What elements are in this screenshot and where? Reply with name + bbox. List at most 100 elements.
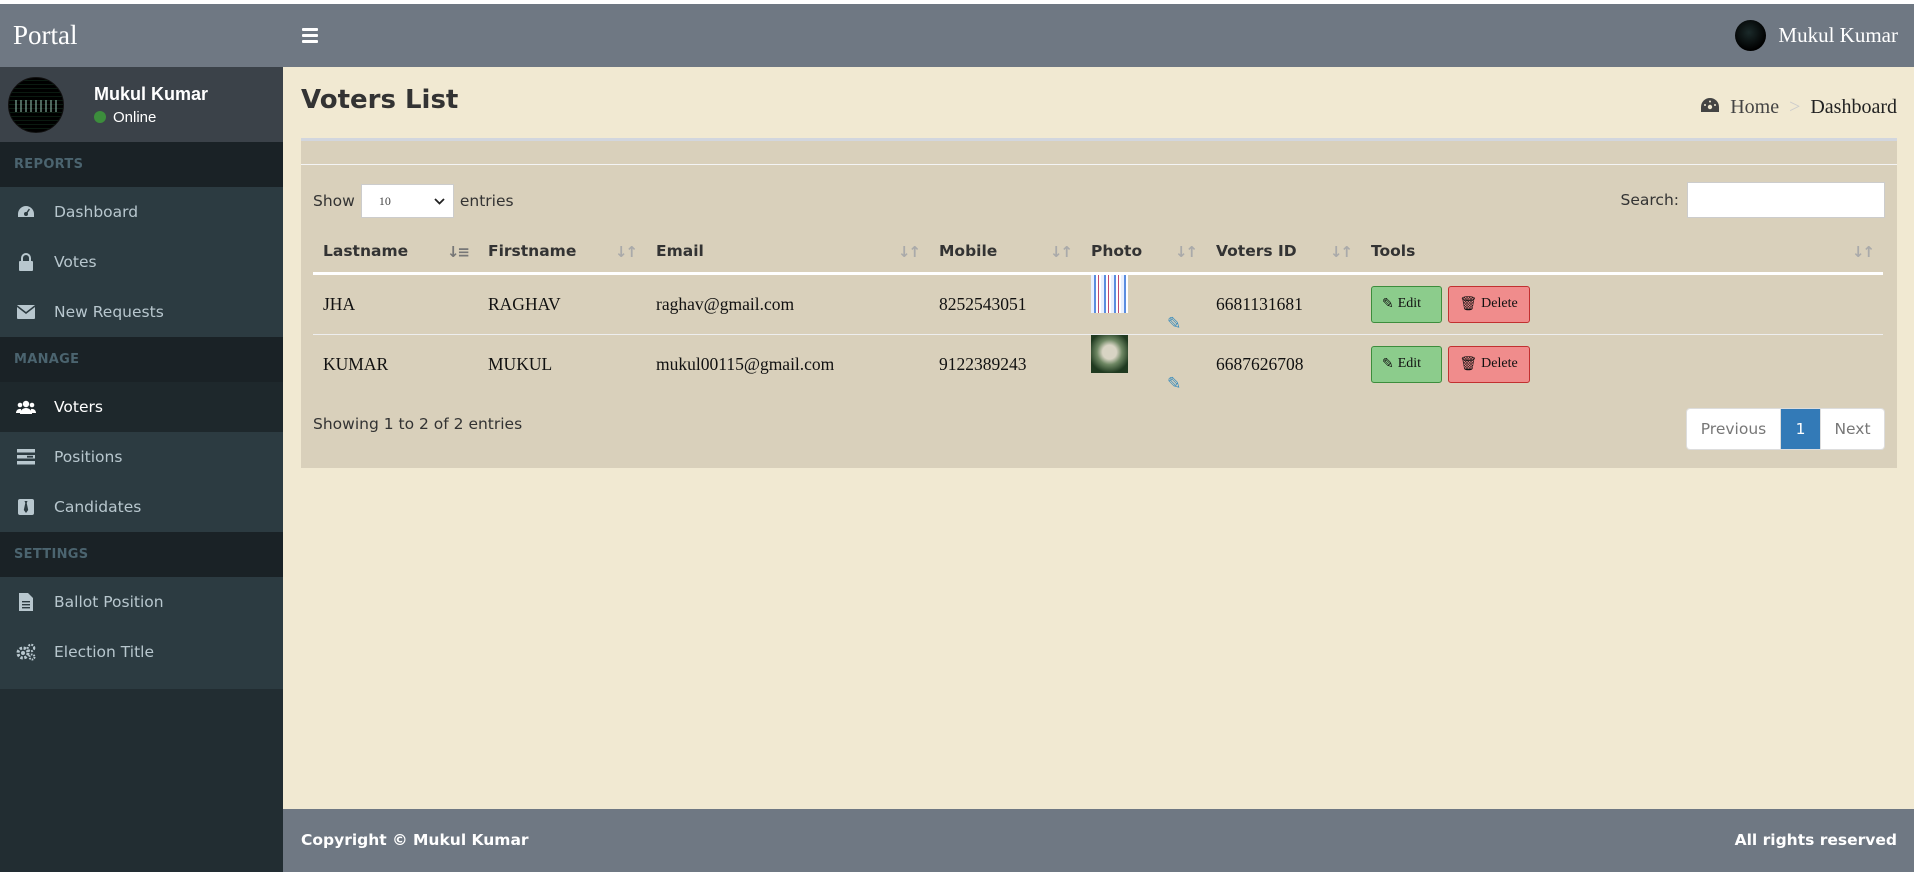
sidebar-item-new-requests[interactable]: New Requests xyxy=(0,287,283,337)
entries-select-value: 10 xyxy=(378,193,391,208)
sidebar-item-label: Election Title xyxy=(54,643,154,661)
tasks-icon xyxy=(14,447,38,467)
sort-icon: ↓↑ xyxy=(1851,243,1875,261)
cell-email: mukul00115@gmail.com xyxy=(646,333,929,394)
sort-icon: ↓↑ xyxy=(614,243,638,261)
edit-button[interactable]: ✎ Edit xyxy=(1371,345,1442,383)
box-header xyxy=(301,141,1897,165)
delete-button[interactable]: 🗑 Delete xyxy=(1448,345,1531,383)
footer-copyright: Copyright © Mukul Kumar xyxy=(301,831,529,849)
trash-icon: 🗑 xyxy=(1459,296,1478,312)
cell-lastname: KUMAR xyxy=(313,333,478,394)
lock-icon xyxy=(14,252,38,272)
cell-firstname: RAGHAV xyxy=(488,293,561,314)
sidebar-item-positions[interactable]: Positions xyxy=(0,432,283,482)
sidebar-item-dashboard[interactable]: Dashboard xyxy=(0,187,283,237)
page-1-button[interactable]: 1 xyxy=(1781,409,1821,449)
table-info: Showing 1 to 2 of 2 entries xyxy=(313,415,523,433)
cell-email: raghav@gmail.com xyxy=(656,293,795,314)
dashboard-icon xyxy=(1700,96,1720,119)
voters-table: Lastname ↓≡ Firstname ↓↑ Email ↓↑ Mobile ↓↑ … xyxy=(313,231,1883,394)
chevron-down-icon xyxy=(434,197,445,205)
sidebar-item-ballot-position[interactable]: Ballot Position xyxy=(0,577,283,627)
column-header-email[interactable]: Email ↓↑ xyxy=(646,231,929,275)
online-status: Online xyxy=(94,109,208,126)
table-row: JHA RAGHAV raghav@gmail.com 8252543051 ✎… xyxy=(313,273,1883,334)
cell-mobile: 8252543051 xyxy=(939,293,1027,314)
sidebar-item-label: Ballot Position xyxy=(54,593,164,611)
cell-photo: ✎ xyxy=(1081,333,1206,394)
edit-photo-icon[interactable]: ✎ xyxy=(1167,374,1181,393)
previous-page-button[interactable]: Previous xyxy=(1687,409,1781,449)
sidebar-item-label: Voters xyxy=(54,398,103,416)
sidebar-item-votes[interactable]: Votes xyxy=(0,237,283,287)
sidebar-item-label: Dashboard xyxy=(54,203,139,221)
entries-select[interactable]: 10 xyxy=(360,184,454,218)
entries-label: entries xyxy=(459,192,514,210)
page-title: Voters List xyxy=(301,85,459,115)
show-label: Show xyxy=(313,192,355,210)
sort-icon: ↓↑ xyxy=(1049,243,1073,261)
sidebar-item-label: Votes xyxy=(54,253,97,271)
search-input[interactable] xyxy=(1687,182,1885,218)
column-header-lastname[interactable]: Lastname ↓≡ xyxy=(313,231,478,275)
voter-photo xyxy=(1091,334,1128,373)
cell-tools: ✎ Edit 🗑 Delete xyxy=(1361,273,1883,334)
delete-button[interactable]: 🗑 Delete xyxy=(1448,285,1531,323)
brand-logo[interactable]: Portal xyxy=(0,4,283,67)
trash-icon: 🗑 xyxy=(1459,356,1478,372)
breadcrumb-separator: > xyxy=(1789,96,1801,118)
sidebar-item-candidates[interactable]: Candidates xyxy=(0,482,283,532)
next-page-button[interactable]: Next xyxy=(1821,409,1884,449)
voter-photo xyxy=(1091,274,1128,313)
cell-lastname: JHA xyxy=(323,293,356,314)
column-header-firstname[interactable]: Firstname ↓↑ xyxy=(478,231,646,275)
sidebar: Mukul Kumar Online REPORTS Dashboard Vot… xyxy=(0,67,283,872)
sidebar-item-voters[interactable]: Voters xyxy=(0,382,283,432)
column-header-photo[interactable]: Photo ↓↑ xyxy=(1081,231,1206,275)
edit-icon: ✎ xyxy=(1382,296,1394,312)
breadcrumb-home[interactable]: Home xyxy=(1700,96,1779,119)
sidebar-user-name: Mukul Kumar xyxy=(94,83,209,104)
users-icon xyxy=(14,397,38,417)
entries-length-control: Show 10 entries xyxy=(313,184,514,218)
online-dot-icon xyxy=(94,111,106,123)
voters-table-box: Show 10 entries Search: Lastname ↓≡ First… xyxy=(301,138,1897,468)
column-header-tools[interactable]: Tools ↓↑ xyxy=(1361,231,1883,275)
table-row: KUMAR MUKUL mukul00115@gmail.com 9122389… xyxy=(313,333,1883,394)
cell-voters-id: 6687626708 xyxy=(1206,333,1361,394)
footer-rights: All rights reserved xyxy=(1734,831,1897,849)
sort-asc-icon: ↓≡ xyxy=(446,243,470,261)
table-search: Search: xyxy=(1621,182,1885,218)
sidebar-item-label: Candidates xyxy=(54,498,142,516)
sidebar-user-panel: Mukul Kumar Online xyxy=(0,67,283,142)
breadcrumb: Home > Dashboard xyxy=(1700,96,1897,119)
sort-icon: ↓↑ xyxy=(1174,243,1198,261)
sidebar-item-election-title[interactable]: Election Title xyxy=(0,627,283,677)
edit-button[interactable]: ✎ Edit xyxy=(1371,285,1442,323)
dashboard-icon xyxy=(14,202,38,222)
tie-icon xyxy=(14,497,38,517)
cell-voters-id: 6681131681 xyxy=(1216,293,1303,314)
cell-firstname: MUKUL xyxy=(478,333,646,394)
edit-icon: ✎ xyxy=(1382,356,1394,372)
table-header-row: Lastname ↓≡ Firstname ↓↑ Email ↓↑ Mobile ↓↑ … xyxy=(313,231,1883,275)
cell-photo: ✎ xyxy=(1081,273,1206,334)
sort-icon: ↓↑ xyxy=(1329,243,1353,261)
top-navbar: Portal Mukul Kumar xyxy=(0,4,1914,67)
file-icon xyxy=(14,592,38,612)
column-header-voters-id[interactable]: Voters ID ↓↑ xyxy=(1206,231,1361,275)
cell-mobile: 9122389243 xyxy=(929,333,1081,394)
envelope-icon xyxy=(14,302,38,322)
avatar xyxy=(8,76,64,133)
sidebar-toggle-icon[interactable] xyxy=(302,26,322,46)
main-content: Voters List Home > Dashboard Show 10 ent… xyxy=(283,67,1914,809)
breadcrumb-home-label: Home xyxy=(1730,96,1780,118)
section-header-settings: SETTINGS xyxy=(0,532,283,577)
pagination: Previous 1 Next xyxy=(1686,408,1885,450)
sort-icon: ↓↑ xyxy=(897,243,921,261)
search-label: Search: xyxy=(1620,191,1679,209)
column-header-mobile[interactable]: Mobile ↓↑ xyxy=(929,231,1081,275)
user-menu[interactable]: Mukul Kumar xyxy=(1735,4,1898,67)
edit-photo-icon[interactable]: ✎ xyxy=(1167,314,1181,333)
